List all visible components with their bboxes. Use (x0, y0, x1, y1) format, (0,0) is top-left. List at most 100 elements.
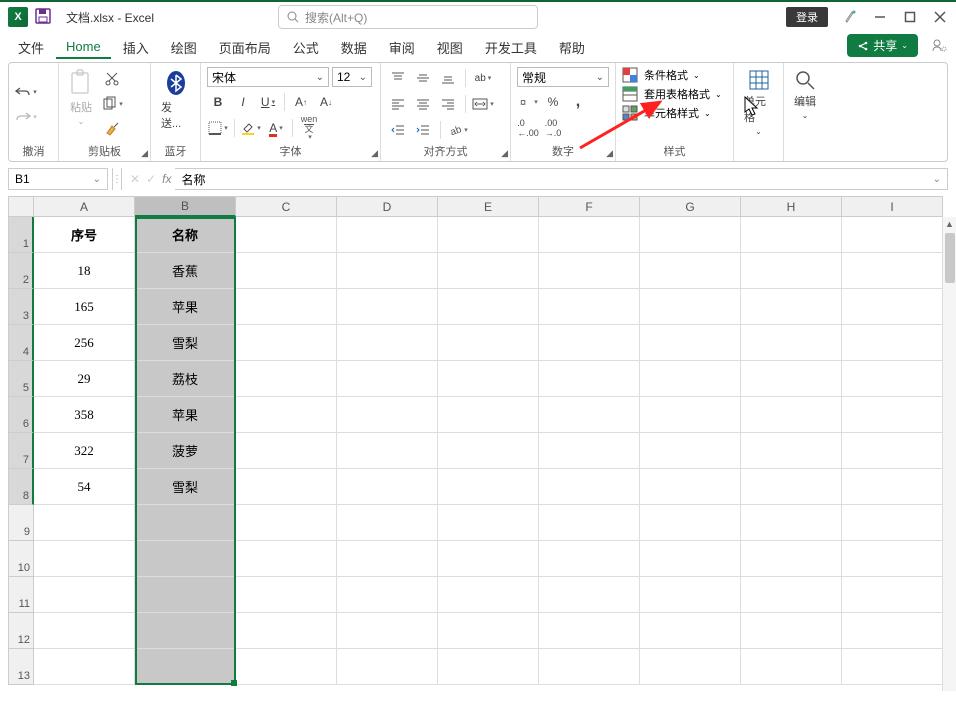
paste-button[interactable]: 粘贴 ⌄ (65, 67, 97, 141)
align-bottom-button[interactable] (437, 67, 459, 89)
tab-formulas[interactable]: 公式 (283, 35, 329, 60)
tab-draw[interactable]: 绘图 (161, 35, 207, 60)
percent-button[interactable]: % (542, 91, 564, 113)
column-header[interactable]: H (741, 196, 842, 217)
cell[interactable] (741, 217, 842, 253)
cell[interactable] (34, 577, 135, 613)
cell[interactable] (842, 433, 943, 469)
cell[interactable]: 雪梨 (135, 469, 236, 505)
cell[interactable] (438, 217, 539, 253)
cell[interactable] (34, 649, 135, 685)
cell[interactable]: 菠萝 (135, 433, 236, 469)
tab-file[interactable]: 文件 (8, 35, 54, 60)
cell[interactable] (741, 397, 842, 433)
share-button[interactable]: 共享 ⌄ (847, 34, 918, 57)
cell[interactable] (438, 433, 539, 469)
align-middle-button[interactable] (412, 67, 434, 89)
formula-input[interactable]: 名称 (175, 168, 948, 190)
cell[interactable] (337, 613, 438, 649)
underline-button[interactable]: U (257, 91, 279, 113)
cell[interactable] (438, 289, 539, 325)
cell[interactable] (640, 253, 741, 289)
bold-button[interactable]: B (207, 91, 229, 113)
decrease-decimal-button[interactable]: .00→.0 (542, 117, 564, 139)
row-header[interactable]: 13 (8, 649, 34, 685)
name-box[interactable]: B1 (8, 168, 108, 190)
cell[interactable] (741, 253, 842, 289)
tab-insert[interactable]: 插入 (113, 35, 159, 60)
row-header[interactable]: 4 (8, 325, 34, 361)
cell[interactable]: 苹果 (135, 289, 236, 325)
cell[interactable] (842, 505, 943, 541)
cell[interactable] (337, 577, 438, 613)
cell[interactable] (438, 361, 539, 397)
number-dialog-launcher[interactable]: ◢ (606, 148, 613, 159)
cell[interactable] (337, 361, 438, 397)
cell[interactable] (842, 577, 943, 613)
row-header[interactable]: 1 (8, 217, 34, 253)
cell[interactable] (741, 613, 842, 649)
currency-button[interactable]: ¤ (517, 91, 539, 113)
cell[interactable] (236, 325, 337, 361)
cell[interactable] (236, 649, 337, 685)
decrease-font-button[interactable]: A↓ (315, 91, 337, 113)
cell[interactable] (34, 541, 135, 577)
format-painter-button[interactable] (101, 118, 123, 140)
column-header[interactable]: A (34, 196, 135, 217)
cell[interactable] (135, 577, 236, 613)
cell[interactable]: 358 (34, 397, 135, 433)
cell[interactable]: 苹果 (135, 397, 236, 433)
row-header[interactable]: 3 (8, 289, 34, 325)
cell[interactable] (236, 397, 337, 433)
bluetooth-send-button[interactable]: 发送... (157, 67, 194, 141)
cell[interactable] (236, 289, 337, 325)
number-format-combo[interactable]: 常规 (517, 67, 609, 87)
cell[interactable] (741, 469, 842, 505)
cell[interactable] (842, 361, 943, 397)
cell[interactable] (842, 649, 943, 685)
cell[interactable]: 256 (34, 325, 135, 361)
cell[interactable] (741, 325, 842, 361)
cell[interactable] (539, 289, 640, 325)
cell[interactable] (640, 541, 741, 577)
cell[interactable] (236, 541, 337, 577)
row-header[interactable]: 5 (8, 361, 34, 397)
tab-page-layout[interactable]: 页面布局 (209, 35, 281, 60)
align-right-button[interactable] (437, 93, 459, 115)
cell[interactable] (337, 253, 438, 289)
align-top-button[interactable] (387, 67, 409, 89)
increase-font-button[interactable]: A↑ (290, 91, 312, 113)
cell[interactable] (741, 649, 842, 685)
cell[interactable] (640, 433, 741, 469)
font-size-combo[interactable]: 12 (332, 67, 372, 87)
cell[interactable] (640, 613, 741, 649)
cell[interactable] (337, 649, 438, 685)
cell[interactable] (842, 217, 943, 253)
increase-decimal-button[interactable]: .0←.00 (517, 117, 539, 139)
cell[interactable] (741, 505, 842, 541)
cell[interactable]: 18 (34, 253, 135, 289)
cell[interactable]: 荔枝 (135, 361, 236, 397)
tab-view[interactable]: 视图 (427, 35, 473, 60)
align-left-button[interactable] (387, 93, 409, 115)
row-header[interactable]: 2 (8, 253, 34, 289)
cell[interactable]: 香蕉 (135, 253, 236, 289)
cell[interactable] (539, 361, 640, 397)
close-button[interactable] (932, 9, 948, 25)
column-header[interactable]: B (135, 196, 236, 217)
cell[interactable] (842, 541, 943, 577)
cell[interactable] (640, 469, 741, 505)
cell[interactable] (236, 577, 337, 613)
editing-button[interactable]: 编辑 ⌄ (790, 67, 820, 159)
column-header[interactable]: G (640, 196, 741, 217)
cell[interactable] (842, 613, 943, 649)
font-name-combo[interactable]: 宋体 (207, 67, 329, 87)
cell[interactable]: 雪梨 (135, 325, 236, 361)
cell[interactable] (337, 325, 438, 361)
column-header[interactable]: F (539, 196, 640, 217)
comma-button[interactable]: , (567, 91, 589, 113)
row-header[interactable]: 12 (8, 613, 34, 649)
cell[interactable] (539, 469, 640, 505)
cell[interactable] (539, 649, 640, 685)
orientation-button[interactable]: ab (447, 119, 469, 141)
